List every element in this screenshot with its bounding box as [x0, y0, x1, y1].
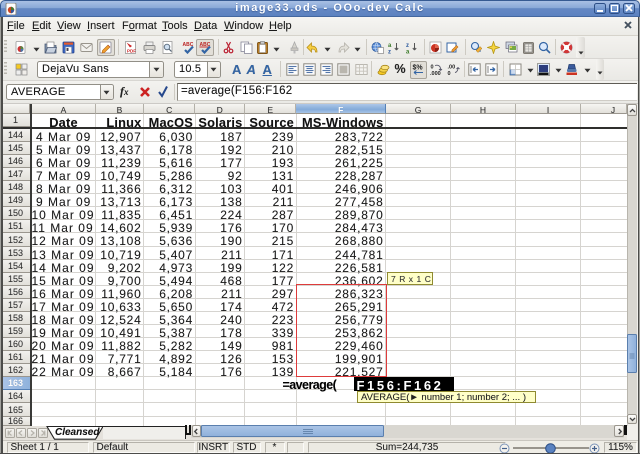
svg-text:a: a [406, 50, 410, 55]
svg-text:a: a [388, 43, 392, 49]
svg-text:.00: .00 [447, 65, 455, 71]
svg-text:0: 0 [447, 71, 450, 76]
svg-text:0: 0 [430, 65, 433, 71]
svg-text:$%: $% [413, 65, 424, 72]
svg-text:.000: .000 [430, 71, 441, 76]
svg-text:z: z [406, 43, 409, 49]
svg-text:z: z [388, 50, 391, 55]
svg-text:PDF: PDF [127, 49, 136, 54]
